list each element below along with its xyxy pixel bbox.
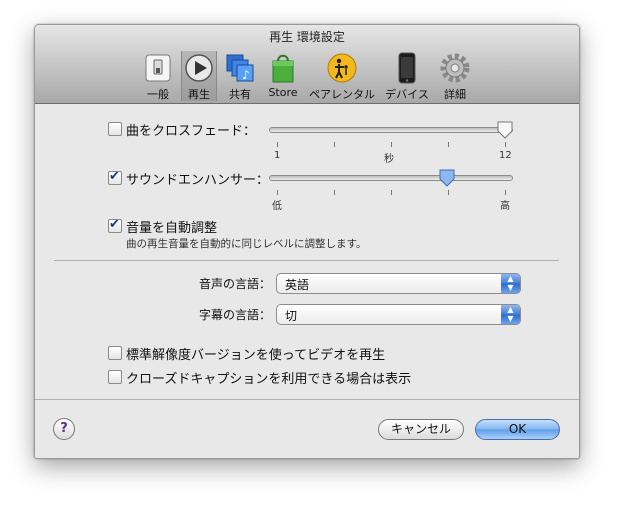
sound-enhancer-low-label: 低 <box>272 201 282 212</box>
tab-devices[interactable]: デバイス <box>382 51 432 101</box>
sound-enhancer-high-label: 高 <box>500 201 510 212</box>
chevron-updown-icon: ▲ ▼ <box>501 274 520 293</box>
ok-button[interactable]: OK <box>475 419 560 440</box>
sound-enhancer-slider[interactable] <box>269 175 513 181</box>
tab-store[interactable]: Store <box>264 51 302 101</box>
crossfade-max-label: 12 <box>499 150 512 161</box>
subtitle-language-label: 字幕の言語： <box>198 308 271 322</box>
audio-language-label: 音声の言語： <box>198 277 271 291</box>
sd-video-checkbox[interactable] <box>108 346 122 360</box>
cancel-button[interactable]: キャンセル <box>378 419 464 440</box>
preferences-window: 再生 環境設定 一般 再生 ♪ 共有 Store ペアレンタル デバイス 詳細 … <box>34 24 580 459</box>
tab-label: 再生 <box>188 88 210 101</box>
store-bag-icon <box>272 54 294 83</box>
closed-captions-label: クローズドキャプションを利用できる場合は表示 <box>126 372 412 387</box>
sound-enhancer-checkbox[interactable] <box>108 169 122 185</box>
tab-parental[interactable]: ペアレンタル <box>307 51 377 101</box>
crossfade-slider-knob[interactable] <box>496 120 514 140</box>
chevron-updown-icon: ▲ ▼ <box>501 305 520 324</box>
sd-video-label: 標準解像度バージョンを使ってビデオを再生 <box>126 348 386 363</box>
toolbar: 再生 環境設定 一般 再生 ♪ 共有 Store ペアレンタル デバイス 詳細 <box>35 25 579 104</box>
tab-playback[interactable]: 再生 <box>181 51 217 101</box>
slider-tick <box>334 190 335 195</box>
tab-label: Store <box>268 86 298 99</box>
crossfade-min-label: 1 <box>274 150 281 161</box>
slider-tick <box>391 190 392 195</box>
crossfade-unit-label: 秒 <box>384 154 394 165</box>
audio-language-select[interactable]: 英語 ▲ ▼ <box>276 273 521 294</box>
crossfade-checkbox[interactable] <box>108 122 122 136</box>
svg-text:♪: ♪ <box>242 68 250 82</box>
sound-enhancer-label: サウンドエンハンサー： <box>126 173 270 188</box>
crossfade-label: 曲をクロスフェード： <box>126 124 257 139</box>
slider-tick <box>505 142 506 147</box>
tab-sharing[interactable]: ♪ 共有 <box>223 51 257 101</box>
slider-tick <box>277 142 278 147</box>
divider <box>54 260 559 261</box>
subtitle-language-select[interactable]: 切 ▲ ▼ <box>276 304 521 325</box>
audio-language-value: 英語 <box>285 278 310 292</box>
gear-icon <box>440 53 470 83</box>
sound-check-label: 音量を自動調整 <box>126 221 218 236</box>
tab-label: ペアレンタル <box>309 88 375 101</box>
tab-general[interactable]: 一般 <box>141 51 175 101</box>
tab-label: 詳細 <box>444 88 466 101</box>
window-title: 再生 環境設定 <box>269 30 345 44</box>
tab-label: 共有 <box>229 88 251 101</box>
iphone-icon <box>398 52 416 84</box>
sound-enhancer-slider-knob[interactable] <box>438 168 456 188</box>
slider-tick <box>448 142 449 147</box>
parental-icon <box>327 53 357 83</box>
play-icon <box>185 54 213 82</box>
subtitle-language-value: 切 <box>285 309 298 323</box>
tab-advanced[interactable]: 詳細 <box>438 51 472 101</box>
divider <box>35 399 579 400</box>
slider-tick <box>448 190 449 195</box>
closed-captions-checkbox[interactable] <box>108 370 122 384</box>
sharing-icon: ♪ <box>226 54 254 82</box>
sound-check-checkbox[interactable] <box>108 217 122 233</box>
slider-tick <box>505 190 506 195</box>
crossfade-slider[interactable] <box>269 127 513 133</box>
sound-check-description: 曲の再生音量を自動的に同じレベルに調整します。 <box>126 238 367 250</box>
switch-icon <box>145 54 171 82</box>
tab-label: 一般 <box>147 88 169 101</box>
slider-tick <box>334 142 335 147</box>
tab-label: デバイス <box>385 88 429 101</box>
slider-tick <box>391 142 392 147</box>
slider-tick <box>277 190 278 195</box>
help-button[interactable]: ? <box>53 418 75 440</box>
